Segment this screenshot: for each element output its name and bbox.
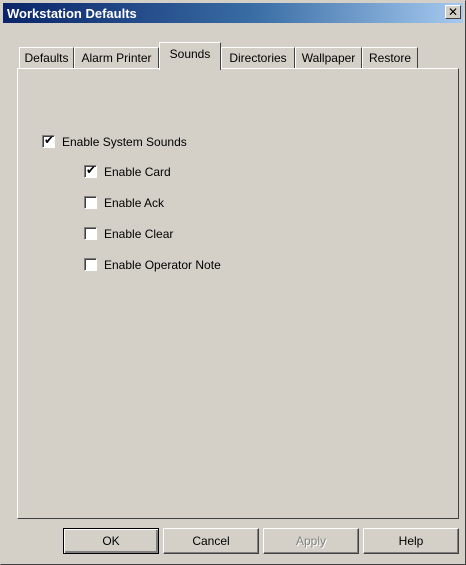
sounds-panel: ✔ Enable System Sounds ✔ Enable Card Ena… [17,68,459,519]
help-button[interactable]: Help [363,528,459,554]
tab-label: Wallpaper [301,51,356,65]
tab-wallpaper[interactable]: Wallpaper [295,47,362,69]
checkbox-box[interactable]: ✔ [84,163,97,178]
ok-button[interactable]: OK [63,528,159,554]
tab-defaults[interactable]: Defaults [19,47,74,69]
checkbox-box[interactable] [84,258,97,271]
apply-button[interactable]: Apply [263,528,359,554]
tab-label: Sounds [169,47,211,61]
close-icon: ✕ [447,5,459,19]
button-label: Apply [295,534,327,548]
cancel-button[interactable]: Cancel [163,528,259,554]
checkmark-icon: ✔ [86,163,97,177]
button-label: Cancel [192,534,230,548]
tab-restore[interactable]: Restore [362,47,418,69]
tab-label: Alarm Printer [81,51,152,65]
checkbox-label: Enable Ack [104,196,165,210]
tab-label: Restore [368,51,412,65]
title-bar[interactable]: Workstation Defaults ✕ [3,3,463,23]
tab-sounds[interactable]: Sounds [159,42,221,70]
close-button[interactable]: ✕ [445,5,461,19]
tab-alarm-printer[interactable]: Alarm Printer [74,47,159,69]
window-title: Workstation Defaults [7,6,137,21]
checkbox-box[interactable] [84,196,97,209]
button-label: Help [398,534,424,548]
tab-label: Directories [229,51,287,65]
checkbox-box[interactable] [84,227,97,240]
checkbox-label: Enable Operator Note [104,258,221,272]
checkbox-label: Enable Clear [104,227,174,241]
checkmark-icon: ✔ [44,133,55,147]
checkbox-label: Enable System Sounds [62,135,187,149]
tab-directories[interactable]: Directories [221,47,295,69]
workstation-defaults-dialog: Workstation Defaults ✕ Defaults Alarm Pr… [0,0,466,565]
button-label: OK [102,534,120,548]
checkbox-box[interactable]: ✔ [42,133,55,148]
tab-label: Defaults [24,51,69,65]
checkbox-label: Enable Card [104,165,171,179]
